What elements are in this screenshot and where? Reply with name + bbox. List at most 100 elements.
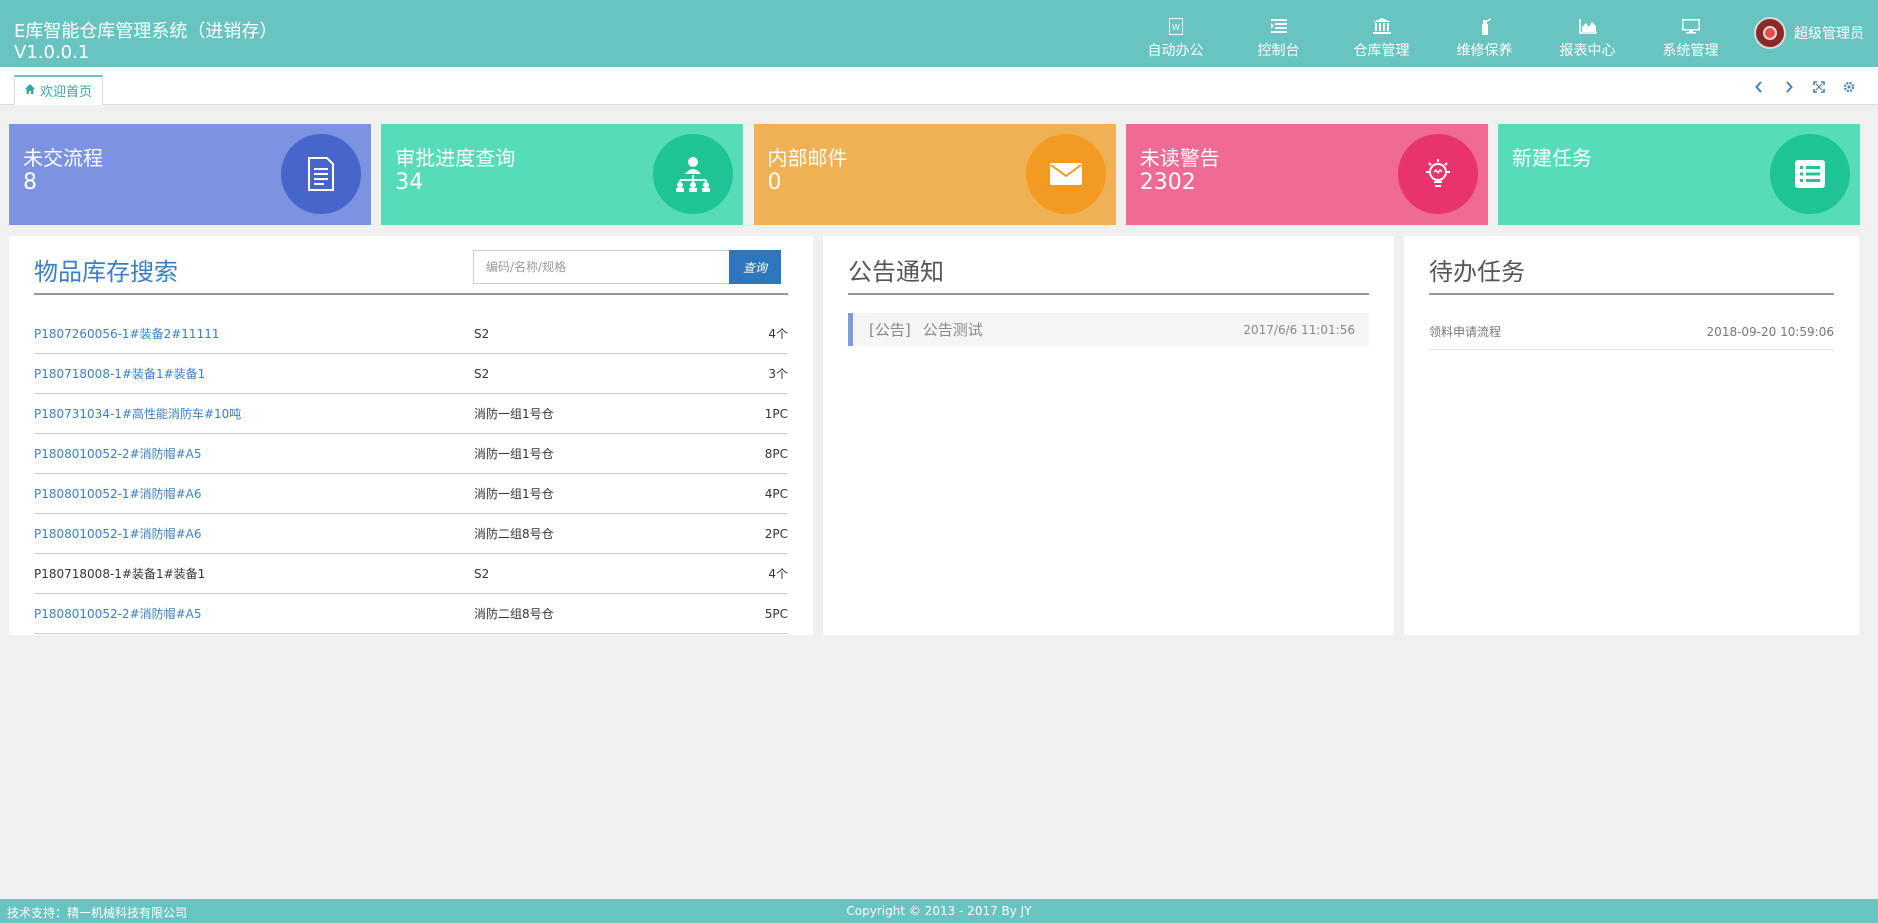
card-unread-warnings[interactable]: 未读警告 2302 [1125, 124, 1488, 225]
item-quantity: 3个 [768, 367, 788, 381]
nav-item-reports[interactable]: 报表中心 [1536, 0, 1639, 67]
nav-item-label: 报表中心 [1559, 43, 1616, 59]
user-menu[interactable]: 超级管理员 [1754, 16, 1864, 50]
notice-date: 2017/6/6 11:01:56 [1243, 322, 1355, 337]
item-quantity: 4个 [768, 567, 788, 581]
tab-label: 欢迎首页 [40, 85, 93, 100]
fire-extinguisher-icon [1478, 16, 1492, 36]
item-code: P1808010052-2#消防帽#A5 [34, 607, 202, 621]
item-location: S2 [474, 566, 490, 581]
item-code: P1808010052-2#消防帽#A5 [34, 447, 202, 461]
table-row[interactable]: P180731034-1#高性能消防车#10吨 消防一组1号仓 1PC [34, 394, 788, 434]
panel-title: 物品库存搜索 [34, 258, 178, 286]
divider [1429, 293, 1834, 295]
tab-welcome-home[interactable]: 欢迎首页 [14, 75, 104, 105]
table-row[interactable]: P1808010052-1#消防帽#A6 消防一组1号仓 4PC [34, 474, 788, 514]
card-pending-process[interactable]: 未交流程 8 [9, 124, 371, 225]
nav-item-maintenance[interactable]: 维修保养 [1433, 0, 1536, 67]
fullscreen-button[interactable] [1804, 76, 1834, 98]
panel-title: 待办任务 [1429, 258, 1525, 286]
card-title: 未交流程 [23, 146, 103, 170]
item-code: P180718008-1#装备1#装备1 [34, 367, 206, 381]
gear-icon [1843, 78, 1855, 97]
item-location: 消防二组8号仓 [474, 607, 554, 621]
footer: 技术支持：精一机械科技有限公司 Copyright © 2013 - 2017 … [0, 899, 1878, 923]
search-input[interactable] [473, 250, 729, 284]
nav-item-office[interactable]: W 自动办公 [1124, 0, 1227, 67]
todo-panel: 待办任务 领料申请流程 2018-09-20 10:59:06 [1404, 236, 1859, 635]
tab-scroll-right-button[interactable] [1774, 76, 1804, 98]
console-list-icon [1270, 16, 1287, 36]
item-quantity: 5PC [764, 606, 788, 621]
table-row[interactable]: P180718008-1#装备1#装备1 S2 3个 [34, 354, 788, 394]
svg-text:W: W [1172, 23, 1180, 32]
item-location: 消防一组1号仓 [474, 487, 554, 501]
nav-item-label: 自动办公 [1147, 43, 1204, 59]
card-title: 未读警告 [1139, 146, 1220, 170]
item-code: P180718008-1#装备1#装备1 [34, 567, 206, 581]
card-internal-mail[interactable]: 内部邮件 0 [753, 124, 1116, 225]
item-location: S2 [474, 366, 490, 381]
search-box: 查询 [473, 250, 781, 284]
item-quantity: 2PC [764, 526, 788, 541]
tab-bar: 欢迎首页 [0, 67, 1878, 105]
item-code: P180731034-1#高性能消防车#10吨 [34, 407, 242, 421]
item-quantity: 4PC [764, 486, 788, 501]
notice-tag: [公告] [869, 321, 911, 339]
nav-item-label: 控制台 [1257, 43, 1300, 59]
nav-item-warehouse[interactable]: 仓库管理 [1330, 0, 1433, 67]
item-code: P1807260056-1#装备2#11111 [34, 327, 220, 341]
card-title: 内部邮件 [767, 146, 848, 170]
search-button[interactable]: 查询 [729, 250, 781, 284]
table-row[interactable]: P1808010052-2#消防帽#A5 消防二组8号仓 5PC [34, 594, 788, 634]
expand-icon [1813, 78, 1825, 97]
monitor-icon [1681, 16, 1700, 36]
item-location: 消防一组1号仓 [474, 407, 554, 421]
todo-name: 领料申请流程 [1429, 325, 1502, 339]
divider [848, 293, 1369, 295]
nav-item-label: 仓库管理 [1353, 43, 1410, 59]
todo-item[interactable]: 领料申请流程 2018-09-20 10:59:06 [1429, 314, 1834, 350]
word-doc-icon: W [1168, 16, 1183, 36]
org-chart-icon [653, 134, 734, 214]
card-new-task[interactable]: 新建任务 [1498, 124, 1860, 225]
table-row[interactable]: P1808010052-1#消防帽#A6 消防二组8号仓 2PC [34, 514, 788, 554]
card-title: 审批进度查询 [395, 146, 516, 170]
nav-item-console[interactable]: 控制台 [1227, 0, 1330, 67]
inventory-list: P1807260056-1#装备2#11111 S2 4个 P180718008… [34, 314, 788, 634]
tab-tools [1744, 76, 1864, 98]
card-value: 0 [767, 170, 782, 195]
home-icon [25, 83, 35, 98]
table-row[interactable]: P180718008-1#装备1#装备1 S2 4个 [34, 554, 788, 594]
badge-emblem-icon [1763, 26, 1777, 40]
item-location: 消防二组8号仓 [474, 527, 554, 541]
notice-panel: 公告通知 [公告] 公告测试 2017/6/6 11:01:56 [823, 236, 1394, 635]
app-title-text: E库智能仓库管理系统（进销存） [14, 21, 278, 42]
item-quantity: 4个 [768, 327, 788, 341]
card-approval-progress[interactable]: 审批进度查询 34 [381, 124, 744, 225]
nav-item-system[interactable]: 系统管理 [1639, 0, 1742, 67]
nav-item-label: 系统管理 [1662, 43, 1719, 59]
notice-text: 公告测试 [922, 321, 983, 339]
item-location: 消防一组1号仓 [474, 447, 554, 461]
area-chart-icon [1578, 16, 1597, 36]
app-version: V1.0.0.1 [14, 42, 90, 63]
todo-date: 2018-09-20 10:59:06 [1706, 324, 1834, 339]
task-list-icon [1770, 134, 1850, 214]
panel-title: 公告通知 [848, 258, 944, 286]
table-row[interactable]: P1807260056-1#装备2#11111 S2 4个 [34, 314, 788, 354]
card-title: 新建任务 [1512, 146, 1592, 170]
item-code: P1808010052-1#消防帽#A6 [34, 487, 202, 501]
tab-scroll-left-button[interactable] [1744, 76, 1774, 98]
document-icon [281, 134, 361, 214]
lightbulb-icon [1397, 134, 1478, 214]
envelope-icon [1025, 134, 1106, 214]
notice-item[interactable]: [公告] 公告测试 2017/6/6 11:01:56 [848, 313, 1369, 346]
top-header: E库智能仓库管理系统（进销存） V1.0.0.1 W 自动办公 控制台 仓库管理 [0, 0, 1878, 67]
avatar [1754, 17, 1786, 49]
table-row[interactable]: P1808010052-2#消防帽#A5 消防一组1号仓 8PC [34, 434, 788, 474]
nav-item-label: 维修保养 [1456, 43, 1513, 59]
tab-settings-button[interactable] [1834, 76, 1864, 98]
user-name: 超级管理员 [1794, 26, 1864, 42]
stat-cards: 未交流程 8 审批进度查询 34 内部邮件 0 未读警告 2302 新建任务 [9, 124, 1860, 225]
